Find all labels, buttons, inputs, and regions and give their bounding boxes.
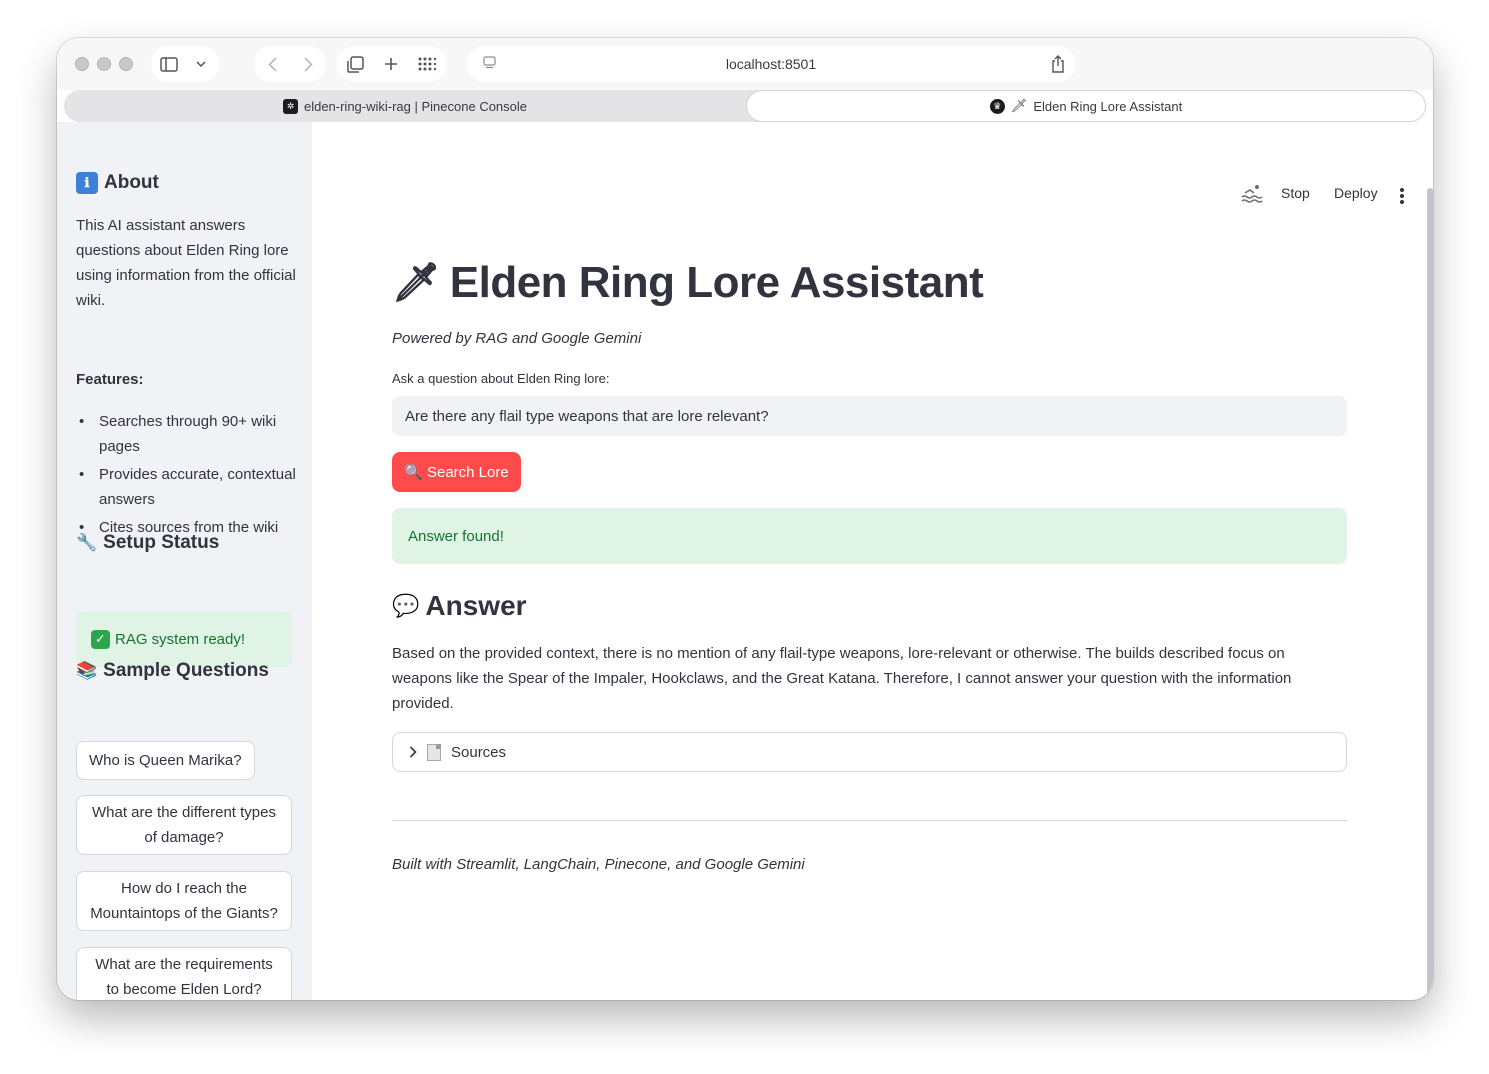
- url-text: localhost:8501: [725, 56, 817, 72]
- navigation-group: [254, 46, 326, 82]
- streamlit-app: ℹ About This AI assistant answers questi…: [57, 122, 1433, 1000]
- page-caption: Powered by RAG and Google Gemini: [392, 330, 642, 347]
- share-group: [1040, 46, 1076, 82]
- about-description: This AI assistant answers questions abou…: [76, 217, 296, 309]
- chevron-down-icon[interactable]: [187, 46, 215, 82]
- setup-status-heading: 🔧 Setup Status: [76, 532, 219, 554]
- setup-status-box: ✓ RAG system ready!: [76, 611, 292, 667]
- tab-elden-ring-lore-assistant[interactable]: ♛ 🗡 Elden Ring Lore Assistant: [746, 90, 1426, 122]
- grid-icon[interactable]: [409, 46, 445, 82]
- scrollbar[interactable]: [1427, 188, 1433, 1000]
- forward-icon[interactable]: [290, 46, 326, 82]
- books-icon: 📚: [76, 661, 98, 680]
- magnifier-icon: 🔍: [404, 464, 423, 481]
- tab-overview-icon[interactable]: [337, 46, 373, 82]
- sample-questions-heading: 📚 Sample Questions: [76, 660, 269, 682]
- sample-question-button-1[interactable]: Who is Queen Marika?: [76, 741, 255, 780]
- new-tab-icon[interactable]: [373, 46, 409, 82]
- page-settings-icon[interactable]: [483, 56, 496, 72]
- wrench-icon: 🔧: [76, 533, 98, 552]
- share-icon[interactable]: [1040, 46, 1076, 82]
- tab-label: elden-ring-wiki-rag | Pinecone Console: [303, 98, 528, 114]
- features-list: Searches through 90+ wiki pages Provides…: [76, 409, 296, 543]
- document-icon: [427, 743, 441, 761]
- address-bar[interactable]: localhost:8501: [467, 46, 1075, 82]
- answer-text: Based on the provided context, there is …: [392, 645, 1292, 712]
- browser-toolbar: localhost:8501: [57, 38, 1433, 90]
- dagger-icon: 🗡: [392, 262, 440, 304]
- list-item: Provides accurate, contextual answers: [76, 462, 296, 512]
- zoom-window-button[interactable]: [119, 57, 133, 71]
- sample-question-button-3[interactable]: How do I reach the Mountaintops of the G…: [76, 871, 292, 931]
- tab-bar: ✲ elden-ring-wiki-rag | Pinecone Console…: [64, 90, 1426, 122]
- page-title: 🗡 Elden Ring Lore Assistant: [392, 258, 984, 308]
- tab-pinecone-console[interactable]: ✲ elden-ring-wiki-rag | Pinecone Console: [64, 90, 746, 122]
- deploy-button[interactable]: Deploy: [1334, 185, 1378, 201]
- features-label: Features:: [76, 371, 144, 388]
- speech-bubble-icon: 💬: [392, 593, 420, 618]
- search-lore-button[interactable]: 🔍 Search Lore: [392, 452, 521, 492]
- samples-heading-text: Sample Questions: [103, 660, 269, 681]
- sources-label: Sources: [451, 743, 507, 761]
- sidebar-toggle-group: [151, 46, 219, 82]
- about-heading: ℹ About: [76, 172, 159, 194]
- answer-heading-text: Answer: [425, 590, 527, 621]
- main-menu-icon[interactable]: [1400, 188, 1404, 206]
- chevron-right-icon: [409, 746, 417, 758]
- sidebar-toggle-icon[interactable]: [151, 46, 187, 82]
- answer-heading: 💬 Answer: [392, 590, 527, 622]
- running-icon: [1241, 184, 1263, 207]
- stop-button[interactable]: Stop: [1281, 185, 1310, 201]
- main-content: Stop Deploy 🗡 Elden Ring Lore Assistant …: [312, 122, 1433, 1000]
- setup-heading-text: Setup Status: [103, 532, 220, 553]
- divider: [392, 820, 1347, 821]
- tab-emoji-icon: 🗡: [1010, 98, 1028, 113]
- tab-label: Elden Ring Lore Assistant: [1033, 98, 1183, 114]
- status-text: RAG system ready!: [115, 630, 246, 648]
- minimize-window-button[interactable]: [97, 57, 111, 71]
- search-lore-label: Search Lore: [426, 463, 509, 481]
- browser-window: localhost:8501 ✲ elden-ring-wiki-rag | P…: [57, 38, 1433, 1000]
- sample-question-button-4[interactable]: What are the requirements to become Elde…: [76, 947, 292, 1000]
- pinecone-favicon-icon: ✲: [282, 98, 298, 114]
- back-icon[interactable]: [254, 46, 290, 82]
- close-window-button[interactable]: [75, 57, 89, 71]
- about-heading-text: About: [104, 172, 159, 193]
- page-title-text: Elden Ring Lore Assistant: [449, 258, 984, 307]
- sample-question-button-2[interactable]: What are the different types of damage?: [76, 795, 292, 855]
- list-item: Searches through 90+ wiki pages: [76, 409, 296, 459]
- check-icon: ✓: [91, 629, 110, 649]
- footer-caption: Built with Streamlit, LangChain, Pinecon…: [392, 856, 805, 873]
- sidebar: ℹ About This AI assistant answers questi…: [57, 122, 312, 1000]
- success-alert: Answer found!: [392, 508, 1347, 564]
- info-icon: ℹ: [76, 172, 98, 194]
- question-input[interactable]: [392, 396, 1347, 436]
- question-label: Ask a question about Elden Ring lore:: [392, 371, 610, 386]
- streamlit-favicon-icon: ♛: [989, 98, 1005, 114]
- sources-expander[interactable]: Sources: [392, 732, 1347, 772]
- tab-actions-group: [337, 46, 447, 82]
